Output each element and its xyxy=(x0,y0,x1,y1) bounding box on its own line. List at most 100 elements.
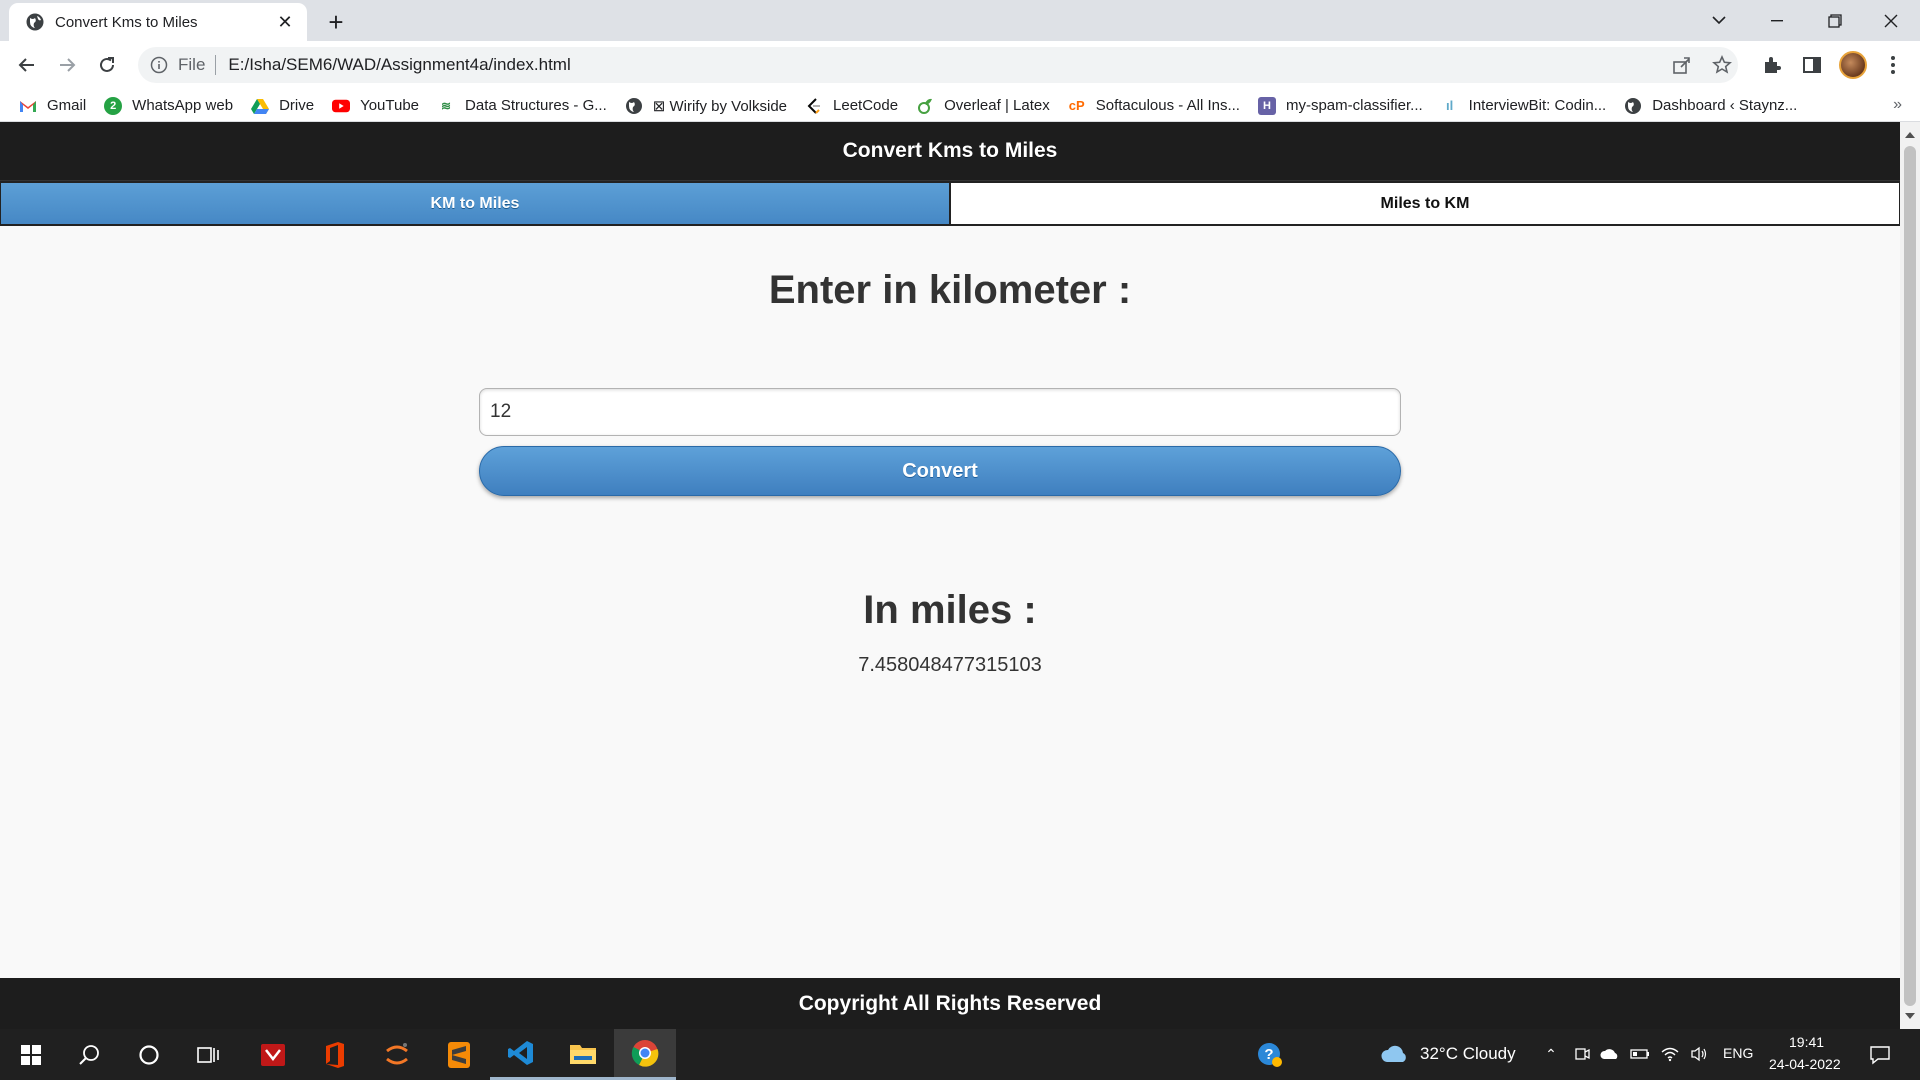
globe-icon xyxy=(26,13,44,31)
gmail-icon xyxy=(20,100,36,112)
clock-time[interactable]: 19:41 xyxy=(1789,1034,1824,1050)
profile-avatar[interactable] xyxy=(1838,50,1868,80)
meet-now-icon[interactable] xyxy=(1572,1044,1592,1064)
search-icon[interactable] xyxy=(58,1029,120,1080)
bookmark-youtube[interactable]: YouTube xyxy=(330,92,429,120)
reload-icon[interactable] xyxy=(91,49,123,81)
drive-icon xyxy=(251,98,270,114)
scroll-down-icon[interactable] xyxy=(1905,1013,1915,1019)
bookmark-label: Data Structures - G... xyxy=(465,97,607,114)
bookmark-label: Softaculous - All Ins... xyxy=(1095,97,1240,114)
bookmark-softaculous[interactable]: cP Softaculous - All Ins... xyxy=(1066,92,1250,120)
gfg-icon: ≋ xyxy=(441,98,452,113)
bookmark-label: Gmail xyxy=(47,97,87,114)
bookmark-drive[interactable]: Drive xyxy=(249,92,324,120)
jupyter-icon[interactable] xyxy=(366,1029,428,1080)
browser-toolbar: File E:/Isha/SEM6/WAD/Assignment4a/index… xyxy=(0,41,1920,90)
help-icon[interactable]: ? xyxy=(1257,1042,1283,1068)
chrome-icon[interactable] xyxy=(614,1029,676,1080)
tab-miles-to-km[interactable]: Miles to KM xyxy=(950,182,1900,225)
input-heading: Enter in kilometer : xyxy=(768,268,1132,312)
svg-text:?: ? xyxy=(1264,1046,1273,1063)
bookmark-label: Dashboard ‹ Staynz... xyxy=(1652,97,1798,114)
page-title: Convert Kms to Miles xyxy=(842,139,1058,162)
whatsapp-icon: 2 xyxy=(104,96,123,115)
bookmark-label: ⊠ Wirify by Volkside xyxy=(652,97,788,115)
tab-search-icon[interactable] xyxy=(1690,0,1748,41)
converter-content: Enter in kilometer : Convert In miles : … xyxy=(0,226,1900,926)
chevron-up-icon[interactable]: ⌃ xyxy=(1541,1044,1561,1064)
heroku-icon: H xyxy=(1257,96,1276,115)
cloud-weather-icon[interactable] xyxy=(1380,1044,1408,1064)
extensions-icon[interactable] xyxy=(1757,50,1787,80)
file-explorer-icon[interactable] xyxy=(552,1029,614,1080)
globe-icon xyxy=(1625,97,1642,114)
share-icon[interactable] xyxy=(1670,53,1694,77)
language-indicator[interactable]: ENG xyxy=(1723,1045,1753,1061)
overleaf-icon xyxy=(918,98,933,114)
bookmark-star-icon[interactable] xyxy=(1710,53,1734,77)
avatar xyxy=(1839,51,1867,79)
volume-icon[interactable] xyxy=(1689,1044,1709,1064)
page-viewport: Convert Kms to Miles KM to Miles Miles t… xyxy=(0,122,1900,1029)
notifications-icon[interactable] xyxy=(1868,1043,1892,1067)
office-icon[interactable] xyxy=(304,1029,366,1080)
new-tab-icon[interactable]: + xyxy=(322,7,350,37)
address-url[interactable]: E:/Isha/SEM6/WAD/Assignment4a/index.html xyxy=(228,55,570,75)
side-panel-icon[interactable] xyxy=(1797,50,1827,80)
tab-title: Convert Kms to Miles xyxy=(55,13,198,31)
info-icon[interactable] xyxy=(150,56,168,74)
menu-dots-icon[interactable] xyxy=(1878,50,1908,80)
restore-icon[interactable] xyxy=(1806,0,1864,41)
wifi-icon[interactable] xyxy=(1660,1044,1680,1064)
bookmark-wirify[interactable]: ⊠ Wirify by Volkside xyxy=(623,92,797,120)
weather-text[interactable]: 32°C Cloudy xyxy=(1420,1044,1516,1064)
youtube-icon xyxy=(332,99,351,112)
bookmark-gmail[interactable]: Gmail xyxy=(17,92,96,120)
cortana-icon[interactable] xyxy=(118,1029,180,1080)
clock-date[interactable]: 24-04-2022 xyxy=(1769,1056,1841,1072)
bookmark-spam-classifier[interactable]: H my-spam-classifier... xyxy=(1256,92,1433,120)
kilometer-input[interactable] xyxy=(479,388,1401,436)
sublime-text-icon[interactable] xyxy=(428,1029,490,1080)
scroll-up-icon[interactable] xyxy=(1905,132,1915,138)
bookmark-overleaf[interactable]: Overleaf | Latex xyxy=(914,92,1060,120)
bookmark-dashboard[interactable]: Dashboard ‹ Staynz... xyxy=(1622,92,1807,120)
tab-km-to-miles[interactable]: KM to Miles xyxy=(0,182,950,225)
convert-button[interactable]: Convert xyxy=(479,446,1401,496)
bookmark-data-structures[interactable]: ≋ Data Structures - G... xyxy=(435,92,617,120)
onedrive-icon[interactable] xyxy=(1600,1044,1620,1064)
bookmark-label: my-spam-classifier... xyxy=(1285,97,1423,114)
globe-icon xyxy=(625,97,642,114)
vscode-icon[interactable] xyxy=(490,1029,552,1080)
address-bar[interactable]: File E:/Isha/SEM6/WAD/Assignment4a/index… xyxy=(138,47,1738,83)
bookmark-label: Overleaf | Latex xyxy=(944,97,1050,114)
softaculous-icon: cP xyxy=(1068,98,1085,113)
scrollbar-thumb[interactable] xyxy=(1904,146,1916,1006)
page-scrollbar[interactable] xyxy=(1900,122,1920,1029)
mcafee-icon[interactable] xyxy=(242,1029,304,1080)
address-scheme: File xyxy=(178,55,206,74)
result-heading: In miles : xyxy=(863,588,1037,632)
leetcode-icon xyxy=(807,97,821,114)
task-view-icon[interactable] xyxy=(178,1029,240,1080)
bookmark-interviewbit[interactable]: ıl InterviewBit: Codin... xyxy=(1439,92,1617,120)
back-icon[interactable] xyxy=(11,49,43,81)
close-tab-icon[interactable]: ✕ xyxy=(273,10,297,34)
bookmark-whatsapp[interactable]: 2 WhatsApp web xyxy=(102,92,243,120)
footer-text: Copyright All Rights Reserved xyxy=(798,991,1102,1015)
browser-tab[interactable]: Convert Kms to Miles ✕ xyxy=(9,3,307,41)
bookmark-label: Drive xyxy=(279,97,315,114)
bookmark-label: YouTube xyxy=(360,97,420,114)
bookmarks-bar: Gmail 2 WhatsApp web Drive YouTube ≋ Dat… xyxy=(0,90,1920,122)
bookmark-leetcode[interactable]: LeetCode xyxy=(803,92,908,120)
chevron-right-icon[interactable]: » xyxy=(1893,96,1902,114)
forward-icon[interactable] xyxy=(51,49,83,81)
address-separator xyxy=(215,55,217,75)
converter-navbar: KM to Miles Miles to KM xyxy=(0,181,1900,226)
battery-icon[interactable] xyxy=(1630,1044,1650,1064)
bookmark-label: LeetCode xyxy=(833,97,899,114)
minimize-icon[interactable] xyxy=(1748,0,1806,41)
close-window-icon[interactable] xyxy=(1862,0,1920,41)
windows-start-icon[interactable] xyxy=(0,1029,62,1080)
